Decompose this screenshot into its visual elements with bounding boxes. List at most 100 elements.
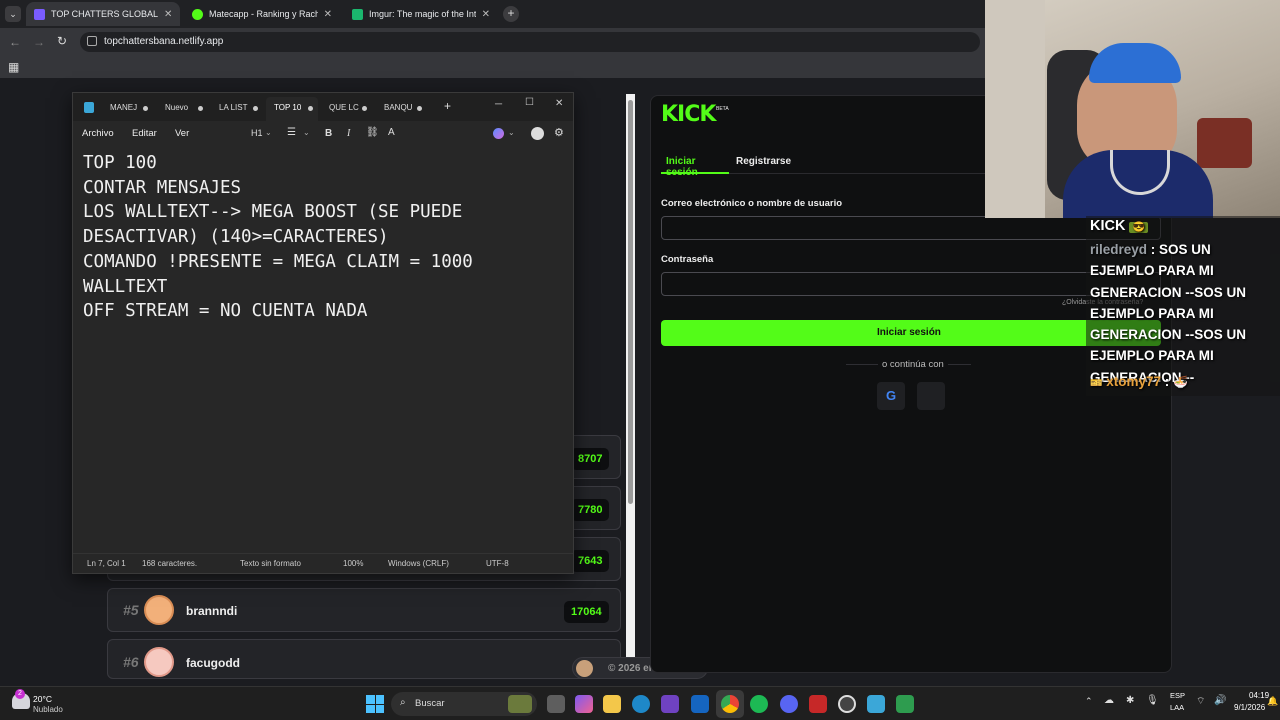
notepad-tab[interactable]: QUE LC: [329, 103, 359, 112]
chat-header-text: KICK: [1090, 218, 1126, 234]
avatar: [144, 595, 174, 625]
mail-icon[interactable]: [691, 695, 709, 713]
weather-badge: 2: [15, 689, 25, 699]
webcam-overlay: [985, 0, 1280, 218]
spotify-icon[interactable]: [750, 695, 768, 713]
app-icon[interactable]: [809, 695, 827, 713]
network-tray-icon[interactable]: ☁: [1104, 695, 1114, 706]
notepad-tab[interactable]: Nuevo: [165, 103, 188, 112]
reload-icon[interactable]: ↻: [57, 34, 67, 48]
close-icon[interactable]: ✕: [482, 9, 490, 20]
url-input[interactable]: topchattersbana.netlify.app: [80, 32, 980, 52]
chat-overlay: KICK 😎 riledreyd : SOS UN EJEMPLO PARA M…: [1086, 216, 1280, 396]
notepad-tab-label: TOP 10: [274, 103, 302, 112]
login-button-label: Iniciar sesión: [877, 327, 941, 338]
notepad-tab[interactable]: BANQU: [384, 103, 412, 112]
scrollbar-thumb[interactable]: [628, 100, 633, 504]
emote-icon: 😎: [1129, 222, 1148, 233]
edge-icon[interactable]: [632, 695, 650, 713]
new-tab-button[interactable]: +: [503, 6, 519, 22]
clear-format-icon[interactable]: A: [388, 127, 395, 138]
italic-icon[interactable]: I: [347, 128, 350, 139]
tab-imgur[interactable]: Imgur: The magic of the Interne ✕: [344, 2, 498, 26]
clock-date[interactable]: 9/1/2026: [1234, 703, 1265, 712]
taskbar: 2 20°C Nublado ⌕ Buscar ⌃ ☁ ✱ 🎙 ESP LAA …: [0, 686, 1280, 720]
line-ending-status[interactable]: Windows (CRLF): [388, 559, 449, 568]
tab-matecapp[interactable]: Matecapp - Ranking y Racha de ✕: [184, 2, 340, 26]
taskbar-search[interactable]: ⌕ Buscar: [391, 692, 537, 716]
copilot-icon[interactable]: [493, 128, 504, 139]
list-icon[interactable]: ☰: [287, 127, 296, 138]
tab-title: Matecapp - Ranking y Racha de: [209, 9, 318, 19]
start-button[interactable]: [366, 695, 384, 713]
tab-register[interactable]: Registrarse: [736, 156, 791, 167]
apple-login-button[interactable]: [917, 382, 945, 410]
wifi-icon[interactable]: ⌔: [1196, 695, 1205, 708]
account-icon[interactable]: [531, 127, 544, 140]
menu-file[interactable]: Archivo: [82, 128, 114, 139]
sheet-icon[interactable]: [896, 695, 914, 713]
google-icon: G: [885, 388, 897, 403]
leaderboard-row[interactable]: #6 facugodd: [107, 639, 621, 679]
close-icon[interactable]: ✕: [555, 98, 563, 109]
close-icon[interactable]: ✕: [324, 9, 332, 20]
store-icon[interactable]: [661, 695, 679, 713]
chevron-down-icon: ⌄: [508, 128, 515, 137]
back-icon[interactable]: ←: [9, 35, 21, 49]
minimize-icon[interactable]: ─: [495, 99, 502, 110]
notification-icon[interactable]: 🔔: [1267, 696, 1278, 707]
chrome-icon[interactable]: [721, 695, 739, 713]
site-info-icon[interactable]: [87, 36, 97, 46]
file-explorer-icon[interactable]: [603, 695, 621, 713]
chat-separator: :: [1161, 374, 1173, 389]
encoding-status[interactable]: UTF-8: [486, 559, 509, 568]
bluetooth-icon[interactable]: ✱: [1126, 695, 1134, 706]
mic-icon[interactable]: 🎙: [1146, 695, 1159, 706]
notepad-tab[interactable]: LA LIST: [219, 103, 247, 112]
discord-icon[interactable]: [780, 695, 798, 713]
scrollbar[interactable]: [626, 94, 635, 657]
tab-login[interactable]: Iniciar sesión: [661, 152, 729, 178]
maximize-icon[interactable]: ☐: [525, 97, 534, 108]
cap-shape: [1089, 43, 1181, 83]
notepad-tab[interactable]: MANEJ: [110, 103, 137, 112]
google-login-button[interactable]: G: [877, 382, 905, 410]
weather-desc: Nublado: [33, 705, 63, 714]
gear-icon[interactable]: ⚙: [554, 126, 564, 139]
task-view-icon[interactable]: [547, 695, 565, 713]
unsaved-dot-icon: [308, 106, 313, 111]
menu-view[interactable]: Ver: [175, 128, 189, 139]
search-highlight-icon: [508, 695, 532, 713]
tab-search-button[interactable]: ⌄: [5, 6, 21, 22]
weather-temp: 20°C: [33, 694, 52, 704]
rank-label: #5: [123, 602, 139, 618]
format-status[interactable]: Texto sin formato: [240, 559, 301, 568]
forward-icon[interactable]: →: [33, 35, 45, 49]
new-tab-icon[interactable]: +: [444, 99, 451, 113]
heading-select[interactable]: H1: [251, 128, 263, 138]
link-icon[interactable]: ⛓: [366, 127, 379, 138]
email-label: Correo electrónico o nombre de usuario: [661, 198, 843, 209]
badge-icon: 🎫: [1090, 378, 1103, 389]
char-count: 168 caracteres.: [142, 559, 198, 568]
close-icon[interactable]: ✕: [164, 9, 172, 20]
zoom-status[interactable]: 100%: [343, 559, 363, 568]
obs-icon[interactable]: [838, 695, 856, 713]
chevron-up-icon[interactable]: ⌃: [1085, 696, 1093, 707]
notepad-text-area[interactable]: TOP 100 CONTAR MENSAJES LOS WALLTEXT--> …: [83, 151, 473, 324]
bold-icon[interactable]: B: [325, 128, 332, 139]
lang-line2[interactable]: LAA: [1170, 703, 1184, 712]
search-placeholder: Buscar: [415, 698, 445, 709]
volume-icon[interactable]: 🔊: [1214, 695, 1226, 706]
tab-title: Imgur: The magic of the Interne: [369, 9, 476, 19]
apps-grid-icon[interactable]: ▦: [8, 60, 19, 74]
notepad-icon[interactable]: [867, 695, 885, 713]
menu-edit[interactable]: Editar: [132, 128, 157, 139]
lang-line1[interactable]: ESP: [1170, 691, 1185, 700]
rank-label: #6: [123, 654, 139, 670]
leaderboard-row[interactable]: #5 brannndi 17064: [107, 588, 621, 632]
favicon-icon: [34, 8, 45, 20]
copilot-icon[interactable]: [575, 695, 593, 713]
tab-top-chatters[interactable]: TOP CHATTERS GLOBAL ✕: [26, 2, 180, 26]
tab-login-label: Iniciar sesión: [666, 156, 698, 178]
